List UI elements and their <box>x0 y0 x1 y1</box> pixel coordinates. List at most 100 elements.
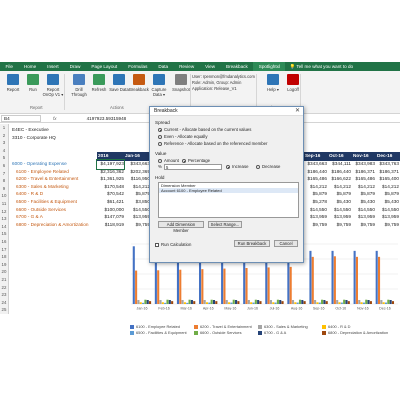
increase-radio[interactable]: Increase <box>226 164 248 169</box>
chart-bar <box>259 301 262 304</box>
ribbon-button[interactable]: Report OnOp V1 ▾ <box>42 74 64 97</box>
row-header[interactable]: 16 <box>0 238 9 246</box>
radio-icon[interactable] <box>158 158 162 163</box>
chart-bar <box>338 302 341 304</box>
ribbon-separator <box>190 74 191 110</box>
chart-x-tick-label: Mar-16 <box>181 307 192 311</box>
row-header[interactable]: 13 <box>0 215 9 223</box>
ribbon-separator <box>64 74 65 110</box>
checkbox-icon[interactable] <box>155 242 159 247</box>
legend-swatch <box>194 324 198 329</box>
row-header[interactable]: 15 <box>0 230 9 238</box>
chart-bar <box>353 250 356 304</box>
ribbon-tab[interactable]: File <box>0 62 18 71</box>
radio-icon[interactable] <box>256 164 260 169</box>
spread-even-radio[interactable]: Even - Allocate equally <box>158 134 207 139</box>
run-calculation-checkbox[interactable]: Run Calculation <box>155 242 191 247</box>
row-header[interactable]: 24 <box>0 298 9 307</box>
account-label[interactable]: 6800 - Depreciation & Amortization <box>16 221 88 230</box>
chart-x-tick-label: Nov-16 <box>357 307 369 311</box>
ribbon-button[interactable]: Run <box>22 74 44 92</box>
ribbon-button[interactable]: Snapshot <box>170 74 192 92</box>
ribbon-tab[interactable]: Home <box>18 62 41 71</box>
radio-icon[interactable] <box>226 164 230 169</box>
ribbon-button[interactable]: Drill Through <box>68 74 90 97</box>
total-cell[interactable]: $118,919 <box>97 221 124 230</box>
hold-row[interactable]: Account 6100 - Employee Related <box>159 188 298 193</box>
chart-bar <box>215 301 218 304</box>
hold-label: Hold <box>155 175 165 180</box>
row-header[interactable]: 1 <box>0 124 9 132</box>
month-cell[interactable]: $9,759 <box>328 221 351 230</box>
row-header[interactable]: 23 <box>0 291 9 299</box>
amount-radio[interactable]: Amount <box>158 158 179 163</box>
month-cell[interactable]: $9,759 <box>352 221 375 230</box>
month-cell[interactable]: $9,759 <box>124 221 150 230</box>
user-info: User: rpenmon@fmdanalytics.com Role: Adm… <box>192 74 255 92</box>
row-header[interactable]: 19 <box>0 260 9 269</box>
row-header[interactable]: 5 <box>0 154 9 162</box>
ribbon-button[interactable]: Capture Data ▾ <box>148 74 170 97</box>
cancel-button[interactable]: Cancel <box>274 240 298 247</box>
add-dimension-member-button[interactable]: Add Dimension Member <box>158 221 204 233</box>
ribbon-tab[interactable]: Review <box>174 62 200 71</box>
ribbon-tab[interactable]: Page Layout <box>86 62 123 71</box>
row-header[interactable]: 6 <box>0 162 9 170</box>
ribbon-tab[interactable]: Formulas <box>123 62 153 71</box>
ribbon-tab[interactable]: Spotlightxl <box>253 62 286 71</box>
name-box[interactable]: B4 <box>1 114 41 122</box>
row-header[interactable]: 20 <box>0 268 9 276</box>
ribbon-tab[interactable]: Draw <box>64 62 86 71</box>
ribbon-button[interactable]: Refresh <box>88 74 110 92</box>
ribbon-tab[interactable]: Insert <box>42 62 65 71</box>
radio-icon[interactable] <box>182 158 186 163</box>
ribbon-tab[interactable]: View <box>200 62 221 71</box>
row-header[interactable]: 2 <box>0 131 9 140</box>
formula-value[interactable]: 4197923.59315948 <box>87 116 127 121</box>
ribbon-button[interactable]: Save Data <box>108 74 130 92</box>
select-range-button[interactable]: Select Range... <box>208 221 242 228</box>
row-header[interactable]: 17 <box>0 245 9 254</box>
tell-me-search[interactable]: 💡 Tell me what you want to do <box>289 64 353 70</box>
ribbon-button[interactable]: Breakback <box>128 74 150 92</box>
month-cell[interactable]: $9,759 <box>376 221 399 230</box>
ribbon-button[interactable]: Help ▾ <box>262 74 284 92</box>
close-icon[interactable]: ✕ <box>295 107 300 116</box>
row-header[interactable]: 11 <box>0 200 9 208</box>
run-breakback-button[interactable]: Run Breakback <box>234 240 270 247</box>
increase-label: Increase <box>232 164 249 169</box>
ribbon-tab[interactable]: Breakback <box>221 62 254 71</box>
run-icon <box>27 74 39 85</box>
pct-input[interactable]: 5 <box>164 164 222 170</box>
percentage-radio[interactable]: Percentage <box>182 158 210 163</box>
spread-label: Spread <box>155 120 170 125</box>
row-header[interactable]: 9 <box>0 184 9 193</box>
row-header[interactable]: 3 <box>0 139 9 147</box>
legend-swatch <box>322 324 326 329</box>
month-cell[interactable]: $9,759 <box>304 221 327 230</box>
row-header[interactable]: 22 <box>0 283 9 292</box>
decrease-radio[interactable]: Decrease <box>256 164 280 169</box>
row-header[interactable]: 10 <box>0 192 9 200</box>
row-header[interactable]: 4 <box>0 146 9 155</box>
legend-label: 6500 - Facilities & Equipment <box>136 330 187 335</box>
row-header[interactable]: 8 <box>0 177 9 185</box>
row-header[interactable]: 12 <box>0 207 9 216</box>
ribbon-button-label: Report <box>6 87 20 92</box>
logoff-icon <box>287 74 299 85</box>
spread-reference-radio[interactable]: Reference - Allocate based on the refere… <box>158 141 267 146</box>
fx-icon[interactable]: fx <box>53 116 57 121</box>
radio-icon[interactable] <box>158 134 162 139</box>
ribbon-tab[interactable]: Data <box>153 62 174 71</box>
row-header[interactable]: 18 <box>0 253 9 261</box>
row-header[interactable]: 14 <box>0 222 9 231</box>
sheet-title-2[interactable]: 3310 - Corporate HQ <box>12 134 56 143</box>
spread-current-radio[interactable]: Current - Allocate based on the current … <box>158 127 251 132</box>
row-header[interactable]: 25 <box>0 306 9 314</box>
hold-list[interactable]: Dimension Member Account 6100 - Employee… <box>158 182 299 218</box>
row-header[interactable]: 7 <box>0 169 9 178</box>
row-header[interactable]: 21 <box>0 276 9 284</box>
radio-icon[interactable] <box>158 141 162 146</box>
ribbon-button[interactable]: Report <box>2 74 24 92</box>
radio-icon[interactable] <box>158 127 162 132</box>
